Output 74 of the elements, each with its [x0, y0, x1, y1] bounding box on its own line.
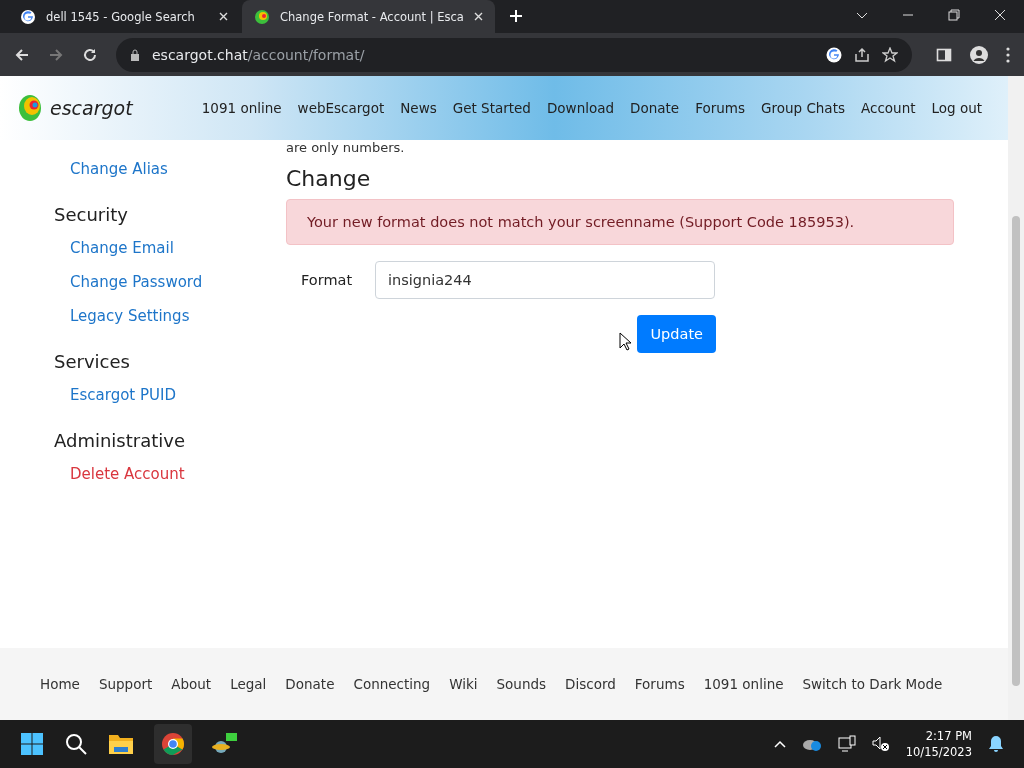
- footer-link[interactable]: Discord: [565, 676, 616, 692]
- sidebar-link[interactable]: Escargot PUID: [70, 386, 286, 404]
- clock-time[interactable]: 2:17 PM: [925, 728, 972, 744]
- close-icon[interactable]: [994, 9, 1006, 21]
- field-label: Format: [301, 272, 354, 288]
- menu-icon[interactable]: [1006, 46, 1010, 63]
- footer-link[interactable]: Legal: [230, 676, 267, 692]
- sidebar-heading: Services: [54, 351, 131, 372]
- clock-date[interactable]: 10/15/2023: [905, 744, 972, 760]
- footer-link[interactable]: 1091 online: [703, 676, 784, 692]
- error-alert: Your new format does not match your screenname (Support Code 185953).: [286, 199, 954, 245]
- nav-link[interactable]: Donate: [630, 100, 680, 116]
- logo-icon: [18, 94, 42, 122]
- sidebar-link[interactable]: Delete Account: [70, 465, 286, 483]
- sidebar-heading: Administrative: [54, 430, 187, 451]
- close-icon[interactable]: [219, 12, 228, 21]
- chrome-icon: [161, 732, 185, 756]
- body-text: are only numbers.: [286, 140, 406, 156]
- side-panel-icon[interactable]: [936, 46, 952, 63]
- google-icon: [20, 8, 36, 25]
- footer-link[interactable]: Support: [98, 676, 153, 692]
- nav-link[interactable]: Forums: [695, 100, 745, 116]
- sidebar-link[interactable]: Change Password: [70, 273, 286, 291]
- back-icon[interactable]: [14, 46, 30, 63]
- section-heading: Change: [286, 166, 372, 191]
- browser-tab[interactable]: Change Format - Account | Esca: [242, 0, 495, 33]
- footer-link[interactable]: Donate: [285, 676, 335, 692]
- site-logo[interactable]: escargot: [50, 97, 133, 119]
- nav-link[interactable]: webEscargot: [297, 100, 385, 116]
- nav-link[interactable]: 1091 online: [201, 100, 282, 116]
- nav-link[interactable]: Account: [860, 100, 916, 116]
- sidebar-link[interactable]: Legacy Settings: [70, 307, 286, 325]
- sidebar-link[interactable]: Change Email: [70, 239, 286, 257]
- forward-icon[interactable]: [48, 46, 64, 63]
- tab-title: Change Format - Account | Esca: [280, 9, 464, 24]
- windows-icon[interactable]: [20, 732, 44, 756]
- folder-icon[interactable]: [108, 733, 134, 755]
- share-icon[interactable]: [854, 46, 870, 63]
- update-button[interactable]: Update: [637, 315, 716, 353]
- footer-link[interactable]: Wiki: [449, 676, 478, 692]
- nav-link[interactable]: News: [400, 100, 437, 116]
- footer-link[interactable]: Sounds: [496, 676, 547, 692]
- muted-speaker-icon[interactable]: [871, 736, 890, 752]
- logo-icon: [254, 8, 270, 25]
- profile-icon[interactable]: [970, 45, 988, 64]
- footer-link[interactable]: Home: [40, 676, 80, 692]
- footer-link[interactable]: About: [171, 676, 212, 692]
- taskbar-app[interactable]: [154, 724, 192, 764]
- star-icon[interactable]: [882, 46, 898, 63]
- address-bar[interactable]: escargot.chat/account/format/: [116, 37, 912, 72]
- footer-link[interactable]: Switch to Dark Mode: [802, 676, 943, 692]
- lock-icon: [130, 48, 140, 61]
- format-field[interactable]: insignia244: [375, 261, 715, 299]
- search-icon[interactable]: [64, 732, 88, 756]
- nav-link[interactable]: Get Started: [452, 100, 531, 116]
- sidebar-heading: Security: [54, 204, 129, 225]
- scrollbar[interactable]: [1008, 76, 1024, 720]
- chevron-icon[interactable]: [773, 740, 786, 748]
- nav-link[interactable]: Download: [546, 100, 615, 116]
- restore-icon[interactable]: [948, 9, 960, 21]
- nav-link[interactable]: Log out: [931, 100, 982, 116]
- close-icon[interactable]: [473, 12, 483, 21]
- footer-link[interactable]: Connecting: [353, 676, 431, 692]
- browser-tab[interactable]: dell 1545 - Google Search: [8, 0, 240, 33]
- new-tab-icon[interactable]: [508, 9, 523, 23]
- sidebar-link[interactable]: Change Alias: [70, 160, 286, 178]
- cursor-icon: [619, 331, 632, 351]
- network-icon[interactable]: [837, 735, 856, 753]
- google-icon[interactable]: [826, 46, 842, 63]
- nav-link[interactable]: Group Chats: [761, 100, 845, 116]
- footer-link[interactable]: Forums: [634, 676, 685, 692]
- bell-icon[interactable]: [988, 735, 1004, 753]
- reload-icon[interactable]: [82, 46, 98, 63]
- tab-title: dell 1545 - Google Search: [46, 9, 196, 24]
